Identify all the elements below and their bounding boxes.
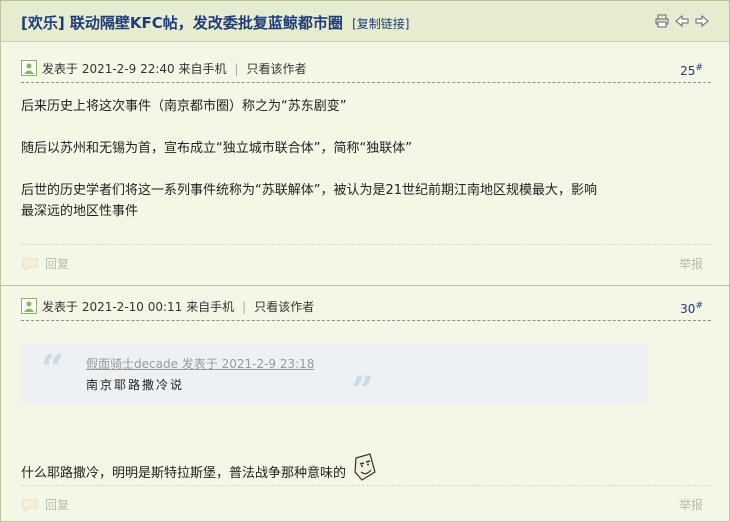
floor-number[interactable]: 30# xyxy=(680,301,703,316)
quote-body: 南京耶路撒冷说 xyxy=(86,378,185,392)
floor-value: 30 xyxy=(680,302,696,316)
reply-icon xyxy=(21,257,39,271)
quote-open-icon: “ xyxy=(41,346,65,393)
smiley-face-icon xyxy=(352,452,378,482)
reply-icon xyxy=(21,498,39,512)
post-content: 后来历史上将这次事件（南京都市圈）称之为“苏东剧变” 随后以苏州和无锡为首，宣布… xyxy=(21,96,711,222)
post-25: 发表于 2021-2-9 22:40 来自手机 | 只看该作者 25# 后来历史上将… xyxy=(1,42,729,284)
floor-value: 25 xyxy=(680,64,696,78)
post-meta-line: 发表于 2021-2-9 22:40 来自手机 | 只看该作者 xyxy=(42,60,307,77)
report-button[interactable]: 举报 xyxy=(679,255,703,272)
post-time: 发表于 2021-2-9 22:40 来自手机 xyxy=(42,62,227,76)
reply-label: 回复 xyxy=(45,257,70,271)
post-meta: 发表于 2021-2-10 00:11 来自手机 | 只看该作者 30# xyxy=(21,298,711,321)
post-paragraph: 最深远的地区性事件 xyxy=(21,204,139,219)
floor-number[interactable]: 25# xyxy=(680,63,703,78)
post-time: 发表于 2021-2-10 00:11 来自手机 xyxy=(42,300,235,314)
copy-link-button[interactable]: [复制链接] xyxy=(352,17,409,31)
quote-block: “ 假面骑士decade 发表于 2021-2-9 23:18 南京耶路撒冷说 … xyxy=(21,344,648,415)
reply-label: 回复 xyxy=(45,498,70,512)
thread-frame: [欢乐] 联动隔壁KFC帖，发改委批复蓝鲸都市圈 [复制链接] 发表于 2021… xyxy=(0,0,730,522)
post-meta-line: 发表于 2021-2-10 00:11 来自手机 | 只看该作者 xyxy=(42,298,314,315)
meta-separator: | xyxy=(242,300,247,314)
thread-header: [欢乐] 联动隔壁KFC帖，发改委批复蓝鲸都市圈 [复制链接] xyxy=(1,1,729,42)
reply-button[interactable]: 回复 xyxy=(21,496,69,513)
author-only-link[interactable]: 只看该作者 xyxy=(254,300,314,314)
quote-close-icon: ” xyxy=(351,368,375,415)
post-30: 发表于 2021-2-10 00:11 来自手机 | 只看该作者 30# “ 假面骑… xyxy=(1,285,729,522)
post-content: 什么耶路撒冷，明明是斯特拉斯堡，普法战争那种意味的 xyxy=(21,452,378,482)
user-online-icon xyxy=(21,60,37,76)
next-icon[interactable] xyxy=(695,14,709,28)
user-online-icon xyxy=(21,298,37,314)
post-paragraph: 随后以苏州和无锡为首，宣布成立“独立城市联合体”，简称“独联体” xyxy=(21,141,412,156)
post-paragraph: 后来历史上将这次事件（南京都市圈）称之为“苏东剧变” xyxy=(21,99,347,114)
post-meta: 发表于 2021-2-9 22:40 来自手机 | 只看该作者 25# xyxy=(21,60,711,83)
prev-icon[interactable] xyxy=(675,14,689,28)
floor-mark: # xyxy=(695,63,703,73)
quote-header-link[interactable]: 假面骑士decade 发表于 2021-2-9 23:18 xyxy=(86,355,314,372)
author-only-link[interactable]: 只看该作者 xyxy=(247,62,307,76)
post-footer: 回复 举报 xyxy=(21,485,711,516)
thread-title: [欢乐] 联动隔壁KFC帖，发改委批复蓝鲸都市圈 [复制链接] xyxy=(21,12,409,33)
post-footer: 回复 举报 xyxy=(21,244,711,275)
post-paragraph: 后世的历史学者们将这一系列事件统称为“苏联解体”，被认为是21世纪前期江南地区规… xyxy=(21,183,598,198)
print-icon[interactable] xyxy=(655,14,669,28)
report-button[interactable]: 举报 xyxy=(679,496,703,513)
meta-separator: | xyxy=(234,62,239,76)
thread-toolbar xyxy=(655,14,709,28)
post-text: 什么耶路撒冷，明明是斯特拉斯堡，普法战争那种意味的 xyxy=(21,466,347,481)
thread-title-text: [欢乐] 联动隔壁KFC帖，发改委批复蓝鲸都市圈 xyxy=(21,14,343,32)
floor-mark: # xyxy=(695,301,703,311)
reply-button[interactable]: 回复 xyxy=(21,255,69,272)
